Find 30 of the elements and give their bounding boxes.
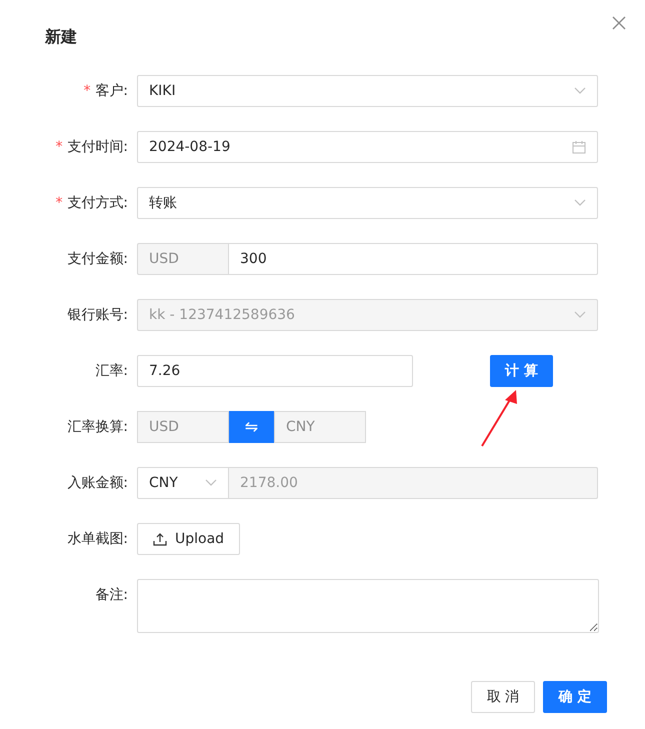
field-label: 汇率:	[95, 363, 128, 379]
chevron-down-icon	[205, 479, 217, 487]
field-label: * 支付方式:	[54, 195, 128, 211]
calculate-button[interactable]: 计 算	[490, 355, 553, 387]
field-label: * 客户:	[82, 83, 128, 99]
chevron-down-icon	[574, 199, 586, 207]
currency-addon: USD	[137, 243, 229, 275]
amount-input[interactable]: 300	[229, 243, 598, 275]
chevron-down-icon	[574, 87, 586, 95]
field-label: 备注:	[95, 587, 128, 603]
upload-button[interactable]: Upload	[137, 523, 240, 555]
currency-to: CNY	[274, 411, 366, 443]
annotation-arrow	[481, 390, 517, 447]
date-picker[interactable]: 2024-08-19	[137, 131, 598, 163]
upload-icon	[153, 532, 167, 546]
field-label: 汇率换算:	[67, 419, 128, 435]
calendar-icon	[572, 140, 586, 154]
field-label: 水单截图:	[67, 531, 128, 547]
rate-input[interactable]: 7.26	[137, 355, 413, 387]
chevron-down-icon	[574, 311, 586, 319]
field-label: 银行账号:	[67, 307, 128, 323]
ok-button[interactable]: 确 定	[543, 681, 607, 713]
select-field[interactable]: 转账	[137, 187, 598, 219]
dialog-title: 新建	[45, 26, 77, 48]
field-label: 支付金额:	[67, 251, 128, 267]
cancel-button[interactable]: 取 消	[471, 681, 535, 713]
field-label: 入账金额:	[67, 475, 128, 491]
currency-from: USD	[137, 411, 229, 443]
field-label: * 支付时间:	[54, 139, 128, 155]
select-field[interactable]: KIKI	[137, 75, 598, 107]
